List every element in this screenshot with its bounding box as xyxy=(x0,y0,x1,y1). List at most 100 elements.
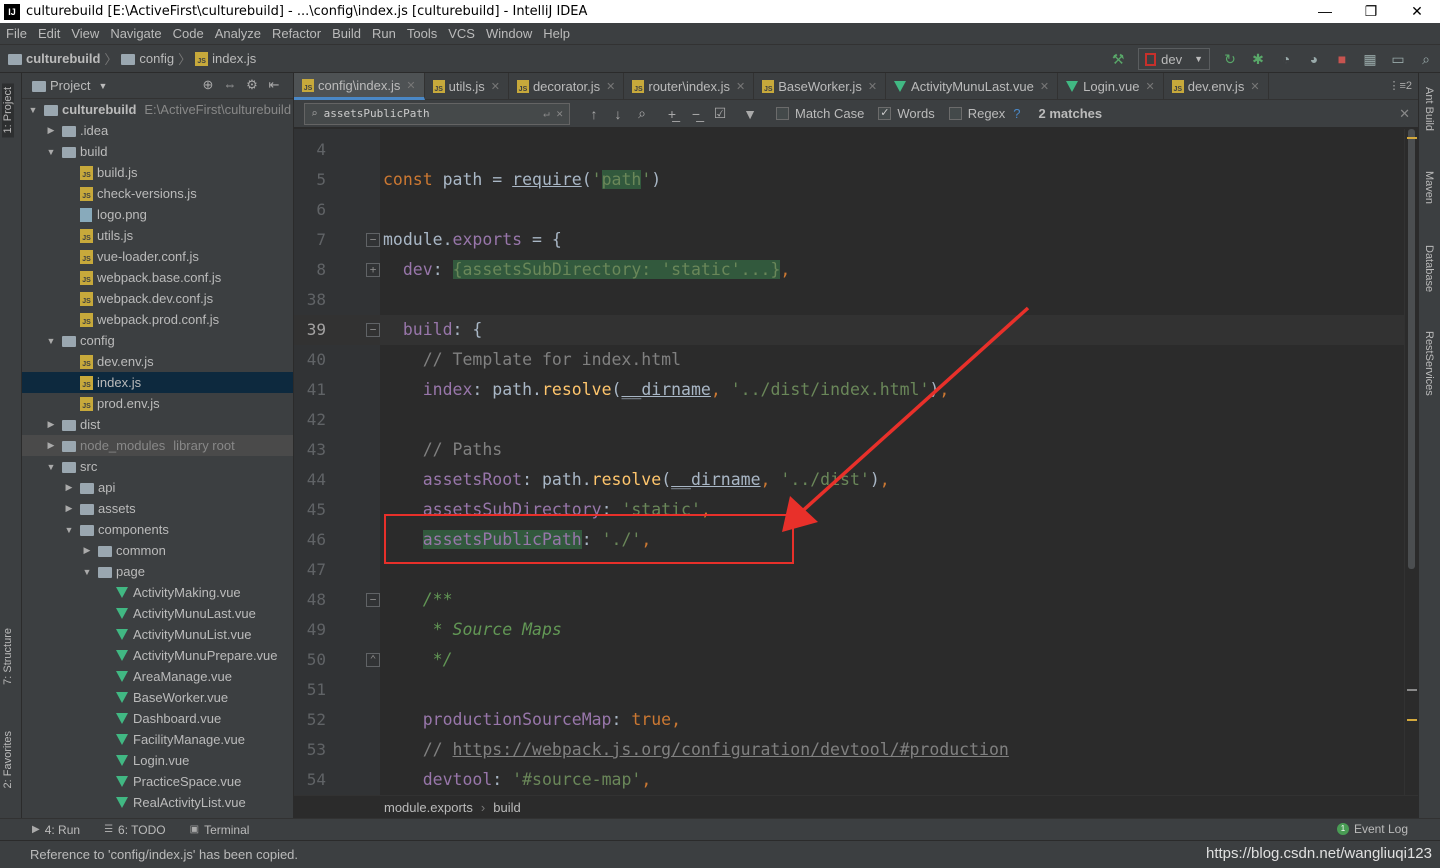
tree-item[interactable]: ▼ src xyxy=(22,456,293,477)
menu-item-window[interactable]: Window xyxy=(480,26,537,41)
chevron-down-icon[interactable]: ▼ xyxy=(98,81,107,91)
tree-item[interactable]: ▶ .idea xyxy=(22,120,293,141)
close-tab-icon[interactable]: ✕ xyxy=(406,79,415,92)
project-structure-icon[interactable]: ▦ xyxy=(1358,49,1382,69)
menu-item-navigate[interactable]: Navigate xyxy=(104,26,166,41)
scrollbar-thumb[interactable] xyxy=(1408,129,1415,569)
expand-down-icon[interactable]: ▼ xyxy=(44,336,58,346)
expand-right-icon[interactable]: ▶ xyxy=(80,545,94,556)
project-panel-title[interactable]: Project xyxy=(50,78,90,93)
tree-item[interactable]: ActivityMunuList.vue xyxy=(22,624,293,645)
breadcrumb-project[interactable]: culturebuild xyxy=(26,51,100,66)
locate-icon[interactable]: ⊕ xyxy=(197,77,219,93)
breadcrumb-file[interactable]: index.js xyxy=(212,51,256,66)
close-tab-icon[interactable]: ✕ xyxy=(1146,80,1155,93)
close-tab-icon[interactable]: ✕ xyxy=(606,80,615,93)
editor-tab[interactable]: JS decorator.js ✕ xyxy=(509,73,625,100)
match-marker[interactable] xyxy=(1407,137,1417,139)
tab-project[interactable]: 1: Project xyxy=(2,83,14,138)
close-tab-icon[interactable]: ✕ xyxy=(1250,80,1259,93)
match-marker[interactable] xyxy=(1407,689,1417,691)
expand-down-icon[interactable]: ▼ xyxy=(80,567,94,577)
menu-item-build[interactable]: Build xyxy=(326,26,366,41)
editor-tab[interactable]: Login.vue ✕ xyxy=(1058,73,1164,100)
match-case-box[interactable] xyxy=(776,107,789,120)
tree-item[interactable]: JS webpack.base.conf.js xyxy=(22,267,293,288)
words-box[interactable]: ✓ xyxy=(878,107,892,120)
run-configuration-select[interactable]: dev ▼ xyxy=(1138,48,1210,70)
code-line[interactable]: 7 − module.exports = { xyxy=(294,225,1404,255)
tree-item[interactable]: JS build.js xyxy=(22,162,293,183)
tree-item[interactable]: JS utils.js xyxy=(22,225,293,246)
search-input[interactable]: ⌕ assetsPublicPath ↵ ✕ xyxy=(304,102,570,125)
menu-item-vcs[interactable]: VCS xyxy=(442,26,480,41)
filter-icon[interactable]: ▼ xyxy=(738,106,762,122)
code-line[interactable]: 4 xyxy=(294,135,1404,165)
match-case-checkbox[interactable]: Match Case xyxy=(776,106,864,121)
tree-item[interactable]: JS webpack.dev.conf.js xyxy=(22,288,293,309)
code-line[interactable]: 53 // https://webpack.js.org/configurati… xyxy=(294,735,1404,765)
window-layout-icon[interactable]: ▭ xyxy=(1386,49,1410,69)
tree-item[interactable]: BaseWorker.vue xyxy=(22,687,293,708)
tree-item[interactable]: AreaManage.vue xyxy=(22,666,293,687)
tree-item[interactable]: JS prod.env.js xyxy=(22,393,293,414)
terminal-tool-button[interactable]: ▣ Terminal xyxy=(190,823,250,837)
tree-item[interactable]: ▼ culturebuild E:\ActiveFirst\culturebuild xyxy=(22,99,293,120)
code-line[interactable]: 54 devtool: '#source-map', xyxy=(294,765,1404,795)
editor-tab[interactable]: JS utils.js ✕ xyxy=(425,73,509,100)
tree-item[interactable]: RealActivityList.vue xyxy=(22,792,293,813)
expand-right-icon[interactable]: ▶ xyxy=(44,419,58,430)
tree-item[interactable]: ▶ api xyxy=(22,477,293,498)
maximize-icon[interactable]: ❐ xyxy=(1348,0,1394,23)
editor-tab[interactable]: JS router\index.js ✕ xyxy=(624,73,755,100)
tabs-overflow-icon[interactable]: ⋮≡2 xyxy=(1388,79,1412,92)
menu-item-edit[interactable]: Edit xyxy=(32,26,65,41)
expand-right-icon[interactable]: ▶ xyxy=(62,503,76,514)
code-line[interactable]: 5 const path = require('path') xyxy=(294,165,1404,195)
fold-collapse-icon[interactable]: − xyxy=(366,233,380,247)
tree-item[interactable]: ▼ page xyxy=(22,561,293,582)
menu-item-refactor[interactable]: Refactor xyxy=(266,26,326,41)
tree-item[interactable]: ▶ dist xyxy=(22,414,293,435)
coverage-icon[interactable]: ◔ xyxy=(1274,49,1298,69)
close-tab-icon[interactable]: ✕ xyxy=(491,80,500,93)
tree-item[interactable]: ▶ assets xyxy=(22,498,293,519)
tab-ant-build[interactable]: Ant Build xyxy=(1423,87,1435,131)
run-tool-button[interactable]: ▶ 4: Run xyxy=(32,823,80,837)
expand-down-icon[interactable]: ▼ xyxy=(62,525,76,535)
expand-right-icon[interactable]: ▶ xyxy=(44,125,58,136)
find-all-icon[interactable]: ⌕ xyxy=(630,105,654,122)
menu-item-view[interactable]: View xyxy=(65,26,104,41)
add-selection-icon[interactable]: +̲ xyxy=(660,106,684,122)
tab-structure[interactable]: 7: Structure xyxy=(2,628,14,685)
editor-breadcrumb-item[interactable]: module.exports xyxy=(384,800,473,815)
fold-collapse-icon[interactable]: − xyxy=(366,323,380,337)
editor-tab[interactable]: JS BaseWorker.js ✕ xyxy=(754,73,887,100)
remove-selection-icon[interactable]: −̲ xyxy=(684,106,708,122)
menu-item-code[interactable]: Code xyxy=(167,26,209,41)
fold-collapse-icon[interactable]: − xyxy=(366,593,380,607)
regex-checkbox[interactable]: Regex ? xyxy=(948,106,1021,121)
select-all-occurrences-icon[interactable]: ☑ xyxy=(708,105,732,122)
clear-search-icon[interactable]: ↵ ✕ xyxy=(543,107,563,120)
tree-item[interactable]: Dashboard.vue xyxy=(22,708,293,729)
close-find-icon[interactable]: ✕ xyxy=(1399,106,1410,122)
tree-item[interactable]: ▶ node_modules library root xyxy=(22,435,293,456)
build-hammer-icon[interactable]: ⚒ xyxy=(1106,49,1130,69)
fold-collapse-icon[interactable]: ⌃ xyxy=(366,653,380,667)
tree-item[interactable]: ActivityMunuPrepare.vue xyxy=(22,645,293,666)
tab-restservices[interactable]: RestServices xyxy=(1423,331,1435,396)
regex-help-icon[interactable]: ? xyxy=(1013,106,1020,121)
tree-item[interactable]: ▼ config xyxy=(22,330,293,351)
tree-item[interactable]: ▼ build xyxy=(22,141,293,162)
close-tab-icon[interactable]: ✕ xyxy=(868,80,877,93)
folded-code-region[interactable]: {assetsSubDirectory: 'static'...} xyxy=(452,260,781,279)
expand-down-icon[interactable]: ▼ xyxy=(26,105,40,115)
tree-item[interactable]: ActivityMaking.vue xyxy=(22,582,293,603)
close-icon[interactable]: ✕ xyxy=(1394,0,1440,23)
previous-occurrence-icon[interactable]: ↑ xyxy=(582,106,606,122)
tree-item[interactable]: ▼ components xyxy=(22,519,293,540)
tab-favorites[interactable]: 2: Favorites xyxy=(2,731,14,788)
tree-item[interactable]: PracticeSpace.vue xyxy=(22,771,293,792)
menu-item-file[interactable]: File xyxy=(0,26,32,41)
